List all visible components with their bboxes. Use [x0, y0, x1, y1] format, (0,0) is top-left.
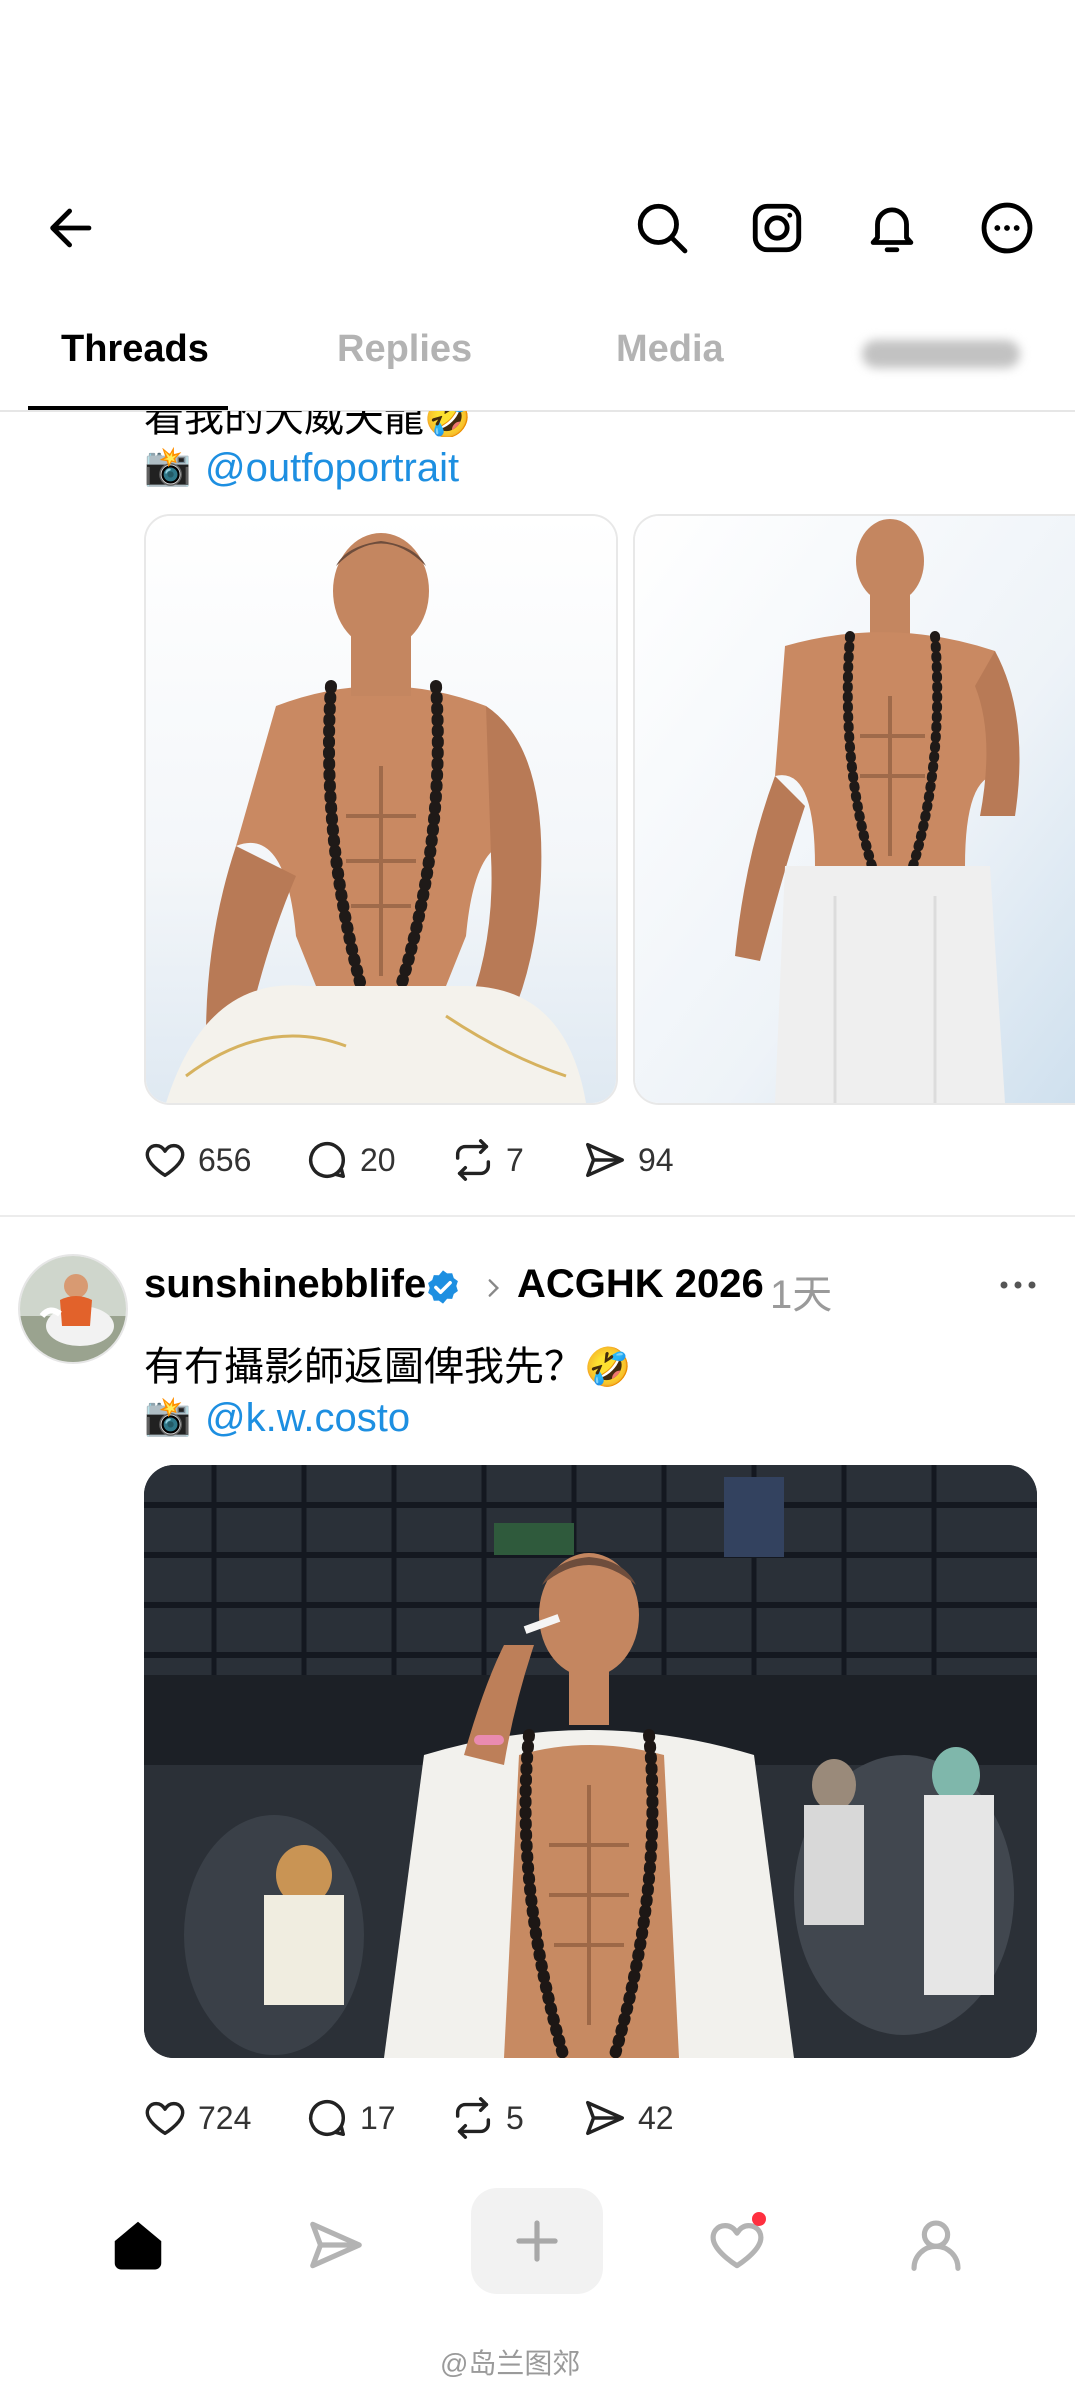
- comment-icon: [309, 2099, 346, 2137]
- post1-mention-link[interactable]: @outfoportrait: [205, 446, 459, 491]
- tab-blurred[interactable]: [862, 340, 1020, 368]
- post2-author[interactable]: sunshinebblife: [144, 1262, 426, 1307]
- rofl-emoji: 🤣: [584, 1347, 632, 1389]
- share-button[interactable]: 42: [582, 2088, 674, 2148]
- share-button[interactable]: 94: [582, 1130, 674, 1190]
- rofl-emoji: 🤣: [424, 411, 472, 437]
- post2-caption: 有冇攝影師返圖俾我先？: [144, 1345, 584, 1389]
- post2-actions: 724 17 5 42: [142, 2088, 742, 2148]
- profile-icon: [911, 2220, 961, 2271]
- tab-threads[interactable]: Threads: [61, 328, 209, 371]
- profile-tabs: Threads Replies Media: [0, 300, 1075, 412]
- nav-home[interactable]: [93, 2200, 183, 2290]
- post1-caption-clipped: 看我的大威天龍🤣: [0, 411, 1075, 437]
- community-tag[interactable]: ACGHK 2026: [517, 1262, 764, 1307]
- tab-replies[interactable]: Replies: [337, 328, 472, 371]
- post-time: 1天: [770, 1273, 833, 1317]
- comment-count: 17: [360, 2099, 396, 2136]
- like-count: 656: [198, 1141, 252, 1178]
- post1-actions: 656 20 7 94: [142, 1130, 742, 1190]
- instagram-icon[interactable]: [745, 196, 809, 260]
- nav-activity[interactable]: [692, 2200, 782, 2290]
- repost-button[interactable]: 7: [450, 1130, 524, 1190]
- nav-profile[interactable]: [891, 2200, 981, 2290]
- post1-photo-1[interactable]: [144, 514, 618, 1105]
- send-icon: [586, 1142, 624, 1178]
- username[interactable]: sunshinebblife: [144, 1262, 426, 1306]
- like-button[interactable]: 656: [142, 1130, 251, 1190]
- tab-media[interactable]: Media: [616, 328, 724, 371]
- watermark: @岛兰图郊: [440, 2348, 581, 2379]
- camera-emoji: 📸: [144, 446, 192, 488]
- tab-active-indicator: [28, 406, 228, 410]
- send-icon: [586, 2100, 624, 2136]
- comment-count: 20: [360, 1141, 396, 1178]
- comment-icon: [309, 1141, 346, 1179]
- send-icon: [310, 2221, 362, 2269]
- search-icon[interactable]: [630, 196, 694, 260]
- notification-dot: [752, 2212, 766, 2226]
- repost-icon: [455, 1139, 491, 1181]
- repost-count: 5: [506, 2099, 524, 2136]
- heart-icon: [145, 2101, 185, 2136]
- post1-photo-2[interactable]: [633, 514, 1075, 1105]
- share-count: 42: [638, 2099, 674, 2136]
- repost-button[interactable]: 5: [450, 2088, 524, 2148]
- nav-send[interactable]: [291, 2200, 381, 2290]
- home-icon: [114, 2221, 162, 2270]
- plus-icon: [516, 2220, 558, 2262]
- bottom-navigation: [0, 2180, 1075, 2310]
- post1-caption: 看我的大威天龍: [144, 411, 424, 437]
- verified-badge-icon: [428, 1270, 458, 1304]
- chevron-right-icon: [488, 1279, 500, 1297]
- camera-emoji: 📸: [144, 1396, 192, 1438]
- repost-count: 7: [506, 1141, 524, 1178]
- post2-mention-link[interactable]: @k.w.costo: [205, 1396, 410, 1441]
- bell-icon[interactable]: [860, 196, 924, 260]
- like-button[interactable]: 724: [142, 2088, 251, 2148]
- like-count: 724: [198, 2099, 252, 2136]
- repost-icon: [455, 2097, 491, 2139]
- post-divider: [0, 1215, 1075, 1217]
- post2-photo[interactable]: [144, 1465, 1037, 2058]
- share-count: 94: [638, 1141, 674, 1178]
- comment-button[interactable]: 17: [304, 2088, 396, 2148]
- comment-button[interactable]: 20: [304, 1130, 396, 1190]
- more-options-icon[interactable]: [975, 196, 1039, 260]
- back-arrow-icon[interactable]: [40, 196, 104, 260]
- avatar[interactable]: [18, 1254, 128, 1364]
- nav-create[interactable]: [471, 2188, 603, 2294]
- heart-icon: [145, 1143, 185, 1178]
- more-icon[interactable]: [996, 1268, 1040, 1302]
